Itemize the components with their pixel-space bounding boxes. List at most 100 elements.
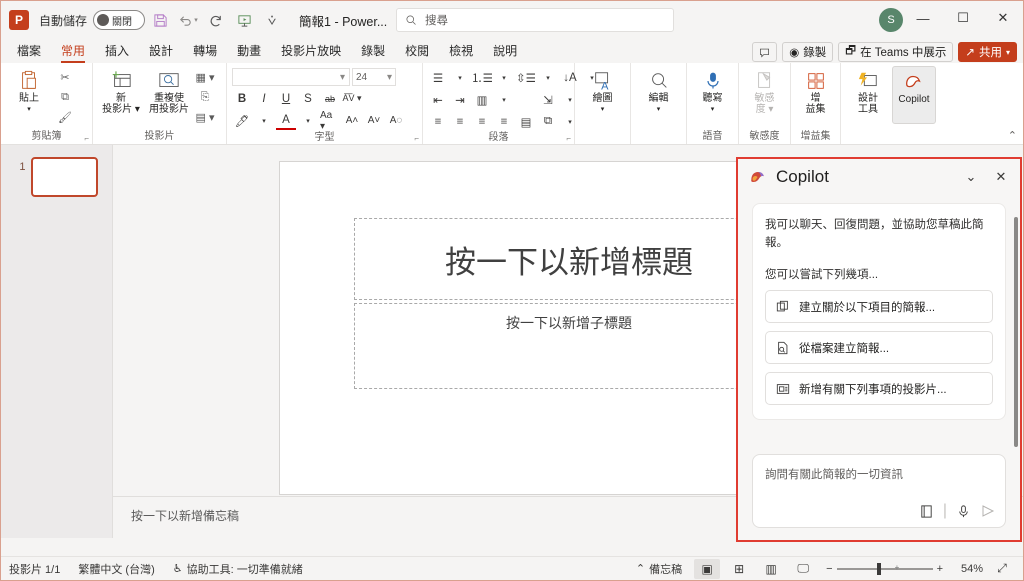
tab-record[interactable]: 錄製 [351, 40, 395, 63]
tab-slideshow[interactable]: 投影片放映 [271, 40, 351, 63]
sensitivity-button[interactable]: 敏感度 ▾ [744, 66, 785, 115]
tab-insert[interactable]: 插入 [95, 40, 139, 63]
tab-help[interactable]: 說明 [483, 40, 527, 63]
new-slide-button[interactable]: 新投影片 ▾ [98, 66, 144, 115]
layout-icon[interactable]: ▦ ▾ [194, 68, 216, 87]
cut-icon[interactable]: ✂ [54, 68, 76, 87]
align-text-icon[interactable]: ⇲ [538, 90, 558, 109]
zoom-out-button[interactable]: − [826, 563, 832, 575]
chevron-down-icon[interactable]: ▾ [27, 104, 31, 115]
chevron-down-icon[interactable]: ▾ [450, 68, 470, 87]
columns-icon[interactable]: ▥ [472, 90, 492, 109]
character-spacing-button[interactable]: A͞V ▾ [342, 89, 362, 108]
record-button[interactable]: ◉ 錄製 [782, 42, 834, 62]
chevron-down-icon[interactable]: ▾ [657, 104, 661, 115]
tab-file[interactable]: 檔案 [7, 40, 51, 63]
reset-icon[interactable]: ⎘ [194, 88, 216, 107]
decrease-indent-icon[interactable]: ⇤ [428, 90, 448, 109]
microphone-icon[interactable] [956, 504, 971, 519]
share-button[interactable]: ↗ 共用 ▾ [958, 42, 1017, 62]
tab-review[interactable]: 校閱 [395, 40, 439, 63]
dictate-button[interactable]: 聽寫 ▾ [692, 66, 733, 115]
normal-view-icon[interactable]: ▣ [694, 558, 721, 579]
chevron-down-icon[interactable]: ▾ [711, 104, 715, 115]
chevron-down-icon[interactable]: ▾ [494, 68, 514, 87]
search-input[interactable]: 搜尋 [396, 8, 674, 32]
accessibility-status[interactable]: ♿ 協助工具: 一切準備就緒 [173, 561, 303, 577]
minimize-button[interactable]: — [903, 1, 943, 35]
copy-icon[interactable]: ⧉ [54, 88, 76, 107]
slide-count-status[interactable]: 投影片 1/1 [9, 561, 60, 577]
font-size-value: 24 [356, 71, 368, 83]
copilot-suggestion-3[interactable]: 新增有關下列事項的投影片... [765, 372, 993, 405]
slideshow-icon[interactable]: 🖵 [790, 559, 816, 579]
language-status[interactable]: 繁體中文 (台灣) [78, 561, 154, 577]
clipboard-dialog-launcher[interactable]: ⌐ [84, 134, 89, 143]
copilot-scrollbar[interactable] [1014, 217, 1018, 447]
slide-thumbnail-1[interactable] [30, 157, 98, 197]
send-icon[interactable] [980, 503, 996, 519]
italic-button[interactable]: I [254, 89, 274, 108]
add-ins-label: 增益集 [805, 93, 826, 115]
collapse-ribbon-button[interactable]: ⌃ [1008, 129, 1017, 142]
autosave-toggle[interactable]: 關閉 [93, 10, 146, 30]
subtitle-placeholder[interactable]: 按一下以新增子標題 [354, 303, 784, 389]
tab-design[interactable]: 設計 [139, 40, 183, 63]
close-button[interactable]: ✕ [983, 1, 1023, 35]
title-placeholder[interactable]: 按一下以新增標題 [354, 218, 784, 300]
tab-animations[interactable]: 動畫 [227, 40, 271, 63]
bullets-icon[interactable]: ☰ [428, 68, 448, 87]
tab-transitions[interactable]: 轉場 [183, 40, 227, 63]
tab-home[interactable]: 常用 [51, 40, 95, 63]
designer-button[interactable]: 設計 工具 [846, 66, 890, 115]
font-dialog-launcher[interactable]: ⌐ [414, 134, 419, 143]
copilot-suggestion-2[interactable]: 從檔案建立簡報... [765, 331, 993, 364]
bold-button[interactable]: B [232, 89, 252, 108]
avatar[interactable]: S [879, 8, 903, 32]
notes-button[interactable]: ⌃ 備忘稿 [636, 561, 682, 577]
chevron-down-icon[interactable]: ▾ [538, 68, 558, 87]
font-name-input[interactable]: ▾ [232, 68, 350, 86]
chevron-down-icon[interactable]: ⌄ [960, 169, 982, 185]
format-painter-icon[interactable]: 🖌 [54, 108, 76, 127]
zoom-in-button[interactable]: + [937, 563, 943, 575]
strikethrough-button[interactable]: ab [320, 89, 340, 108]
start-slideshow-icon[interactable] [231, 7, 257, 33]
redo-icon[interactable] [203, 7, 229, 33]
fit-to-window-icon[interactable]: ⤢ [989, 559, 1015, 579]
copilot-button[interactable]: Copilot [891, 66, 936, 124]
chevron-down-icon[interactable]: ▾ [494, 90, 514, 109]
copilot-input[interactable]: 詢問有關此簡報的一切資訊 | [752, 454, 1006, 528]
zoom-track[interactable]: + [836, 562, 933, 575]
slide-sorter-icon[interactable]: ⊞ [726, 559, 752, 579]
chevron-down-icon[interactable]: ▾ [601, 104, 605, 115]
close-icon[interactable]: ✕ [990, 169, 1012, 185]
copilot-suggestion-1[interactable]: 建立關於以下項目的簡報... [765, 290, 993, 323]
reading-view-icon[interactable]: ▥ [758, 559, 784, 579]
paste-button[interactable]: 貼上 ▾ [6, 66, 52, 115]
zoom-knob[interactable] [876, 562, 881, 575]
paragraph-dialog-launcher[interactable]: ⌐ [566, 134, 571, 143]
save-icon[interactable] [147, 7, 173, 33]
line-spacing-icon[interactable]: ⇳☰ [516, 68, 536, 87]
maximize-button[interactable]: ☐ [943, 1, 983, 35]
comments-button[interactable] [752, 42, 778, 62]
tab-view[interactable]: 檢視 [439, 40, 483, 63]
reuse-slides-button[interactable]: 重複使 用投影片 [146, 66, 192, 115]
draw-button[interactable]: A 繪圖 ▾ [580, 66, 625, 115]
status-bar: 投影片 1/1 繁體中文 (台灣) ♿ 協助工具: 一切準備就緒 ⌃ 備忘稿 ▣… [1, 556, 1023, 580]
underline-button[interactable]: U [276, 89, 296, 108]
zoom-slider[interactable]: − + + [826, 562, 943, 575]
increase-indent-icon[interactable]: ⇥ [450, 90, 470, 109]
undo-icon[interactable]: ▾ [175, 7, 201, 33]
prompt-book-icon[interactable] [919, 504, 934, 519]
present-in-teams-button[interactable]: 🗗 在 Teams 中展示 [838, 42, 954, 62]
editing-button[interactable]: 編輯 ▾ [636, 66, 681, 115]
shadow-button[interactable]: S [298, 89, 318, 108]
add-ins-button[interactable]: 增益集 [796, 66, 835, 115]
numbering-icon[interactable]: ⒈☰ [471, 68, 493, 87]
font-size-input[interactable]: 24 ▾ [352, 68, 396, 86]
section-icon[interactable]: ▤ ▾ [194, 108, 216, 127]
customize-quick-access-icon[interactable]: ⩒ [259, 7, 285, 33]
designer-label: 設計 工具 [857, 93, 878, 115]
